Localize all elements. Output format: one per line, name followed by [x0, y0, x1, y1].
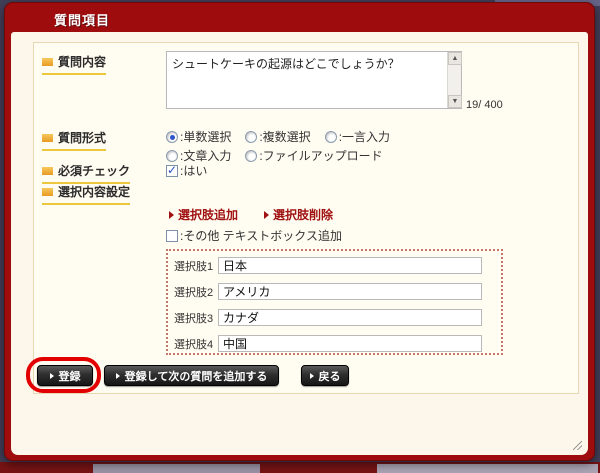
- question-content-label: 質問内容: [42, 53, 106, 75]
- required-check-row: :はい: [166, 162, 207, 179]
- right-triangle-icon: [50, 373, 54, 379]
- choice-1-input[interactable]: [218, 257, 482, 274]
- choice-row-1: 選択肢1: [174, 257, 482, 274]
- selection-settings-label: 選択内容設定: [42, 183, 130, 205]
- choice-row-3: 選択肢3: [174, 309, 482, 326]
- radio-option-one-word[interactable]: :一言入力: [325, 128, 390, 145]
- choices-box: 選択肢1 選択肢2 選択肢3 選択肢4: [166, 249, 503, 355]
- right-triangle-icon: [169, 211, 174, 219]
- scroll-up-icon[interactable]: ▲: [448, 52, 462, 65]
- choice-row-2: 選択肢2: [174, 283, 482, 300]
- radio-option-single[interactable]: :単数選択: [166, 128, 231, 145]
- radio-icon[interactable]: [166, 150, 178, 162]
- radio-option-multiple[interactable]: :複数選択: [245, 128, 310, 145]
- radio-icon[interactable]: [325, 131, 337, 143]
- other-textbox-checkbox-option[interactable]: :その他 テキストボックス追加: [166, 227, 342, 244]
- checkbox-icon[interactable]: [166, 165, 178, 177]
- question-item-dialog: 質問項目 質問内容 シュートケーキの起源はどこでしょうか？ ▲ ▼ 19/ 40…: [4, 2, 595, 461]
- question-format-label: 質問形式: [42, 129, 106, 151]
- choice-4-input[interactable]: [218, 335, 482, 352]
- radio-option-file-upload[interactable]: :ファイルアップロード: [245, 147, 382, 164]
- orange-square-icon: [42, 167, 53, 175]
- scroll-down-icon[interactable]: ▼: [448, 95, 462, 108]
- required-check-label: 必須チェック: [42, 162, 130, 184]
- orange-square-icon: [42, 58, 53, 66]
- textarea-scrollbar[interactable]: ▲ ▼: [447, 52, 461, 108]
- format-options-row-1: :単数選択 :複数選択 :一言入力: [166, 128, 390, 145]
- orange-square-icon: [42, 134, 53, 142]
- register-and-add-next-button[interactable]: 登録して次の質問を追加する: [104, 365, 279, 386]
- choice-row-4: 選択肢4: [174, 335, 482, 352]
- background-scrollbar-thumb: [93, 464, 260, 473]
- dialog-body: 質問内容 シュートケーキの起源はどこでしょうか？ ▲ ▼ 19/ 400 質問形…: [11, 32, 588, 455]
- page-background: 質問項目 質問内容 シュートケーキの起源はどこでしょうか？ ▲ ▼ 19/ 40…: [0, 0, 600, 473]
- back-button[interactable]: 戻る: [301, 365, 349, 386]
- delete-choice-link[interactable]: 選択肢削除: [264, 206, 333, 223]
- orange-square-icon: [42, 188, 53, 196]
- right-triangle-icon: [264, 211, 269, 219]
- radio-icon[interactable]: [245, 150, 257, 162]
- radio-icon[interactable]: [245, 131, 257, 143]
- resize-handle-icon[interactable]: [573, 441, 582, 450]
- choice-2-input[interactable]: [218, 283, 482, 300]
- right-triangle-icon: [116, 373, 120, 379]
- dialog-title: 質問項目: [54, 10, 110, 29]
- background-scrollbar-thumb: [377, 464, 598, 473]
- checkbox-icon[interactable]: [166, 230, 178, 242]
- form-panel: 質問内容 シュートケーキの起源はどこでしょうか？ ▲ ▼ 19/ 400 質問形…: [33, 42, 579, 394]
- add-choice-link[interactable]: 選択肢追加: [169, 206, 238, 223]
- choice-links-row: 選択肢追加 選択肢削除: [169, 206, 333, 223]
- required-checkbox-option[interactable]: :はい: [166, 162, 207, 179]
- other-textbox-row: :その他 テキストボックス追加: [166, 227, 342, 244]
- radio-icon[interactable]: [166, 131, 178, 143]
- register-button[interactable]: 登録: [37, 365, 93, 386]
- choice-3-input[interactable]: [218, 309, 482, 326]
- right-triangle-icon: [310, 373, 314, 379]
- char-counter: 19/ 400: [466, 99, 503, 111]
- question-content-textarea[interactable]: シュートケーキの起源はどこでしょうか？: [166, 51, 462, 109]
